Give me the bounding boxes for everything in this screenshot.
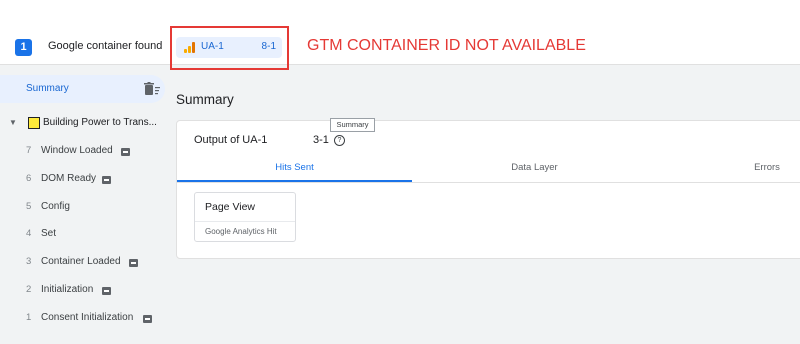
container-chip-name: UA-1: [201, 41, 224, 52]
container-chip[interactable]: UA-1 8-1: [176, 37, 282, 58]
event-number: 2: [26, 284, 32, 295]
top-strip: [0, 0, 800, 30]
sidebar-event-item[interactable]: 3 Container Loaded: [0, 256, 168, 272]
sidebar-summary-label: Summary: [26, 83, 69, 94]
output-card: Output of UA-1 3-1 ? Summary Hits Sent D…: [176, 118, 800, 259]
sidebar-item-summary[interactable]: Summary: [0, 75, 165, 103]
sidebar-event-item[interactable]: 5 Config: [0, 201, 168, 217]
tab-errors[interactable]: Errors: [657, 154, 800, 182]
event-number: 7: [26, 145, 32, 156]
event-label: Initialization: [41, 284, 94, 295]
sidebar: Summary ▼ Building Power to Trans... 7 W…: [0, 65, 168, 344]
gtm-event-icon: [102, 287, 111, 295]
hit-subtitle: Google Analytics Hit: [195, 221, 295, 241]
analytics-icon: [184, 42, 196, 53]
event-label: Window Loaded: [41, 145, 113, 156]
gtm-event-icon: [102, 176, 111, 184]
container-chip-suffix: 8-1: [261, 41, 276, 52]
container-count-badge: 1: [15, 39, 32, 56]
event-label: Set: [41, 228, 57, 239]
page-title: Summary: [176, 92, 234, 107]
tab-hits-sent[interactable]: Hits Sent: [177, 154, 412, 182]
sidebar-event-item[interactable]: 2 Initialization: [0, 284, 168, 300]
event-number: 3: [26, 256, 32, 267]
delete-icon[interactable]: [144, 82, 160, 96]
event-number: 4: [26, 228, 32, 239]
expand-caret-icon[interactable]: ▼: [9, 118, 17, 127]
sidebar-event-item[interactable]: 4 Set: [0, 228, 168, 244]
tooltip: Summary: [330, 118, 375, 132]
gtm-event-icon: [143, 315, 152, 323]
annotation-text: GTM CONTAINER ID NOT AVAILABLE: [307, 37, 586, 54]
sidebar-event-item[interactable]: 1 Consent Initialization: [0, 312, 168, 328]
tab-data-layer[interactable]: Data Layer: [412, 154, 657, 182]
output-label: Output of UA-1: [194, 134, 268, 146]
event-label: Consent Initialization: [41, 312, 134, 323]
help-icon[interactable]: ?: [334, 135, 345, 146]
gtm-event-icon: [121, 148, 130, 156]
event-label: Config: [41, 201, 70, 212]
sidebar-page-item[interactable]: ▼ Building Power to Trans...: [0, 116, 168, 132]
event-number: 6: [26, 173, 32, 184]
page-color-icon: [28, 117, 40, 129]
event-label: Container Loaded: [41, 256, 121, 267]
container-found-label: Google container found: [48, 40, 163, 52]
hit-title: Page View: [205, 201, 256, 213]
hit-card[interactable]: Page View Google Analytics Hit: [194, 192, 296, 242]
sidebar-page-label: Building Power to Trans...: [43, 117, 157, 128]
sidebar-event-item[interactable]: 7 Window Loaded: [0, 145, 168, 161]
event-label: DOM Ready: [41, 173, 97, 184]
sidebar-event-item[interactable]: 6 DOM Ready: [0, 173, 168, 189]
gtm-event-icon: [129, 259, 138, 267]
output-suffix: 3-1: [313, 134, 329, 146]
event-number: 1: [26, 312, 32, 323]
tab-bar: Hits Sent Data Layer Errors: [177, 154, 800, 183]
event-number: 5: [26, 201, 32, 212]
